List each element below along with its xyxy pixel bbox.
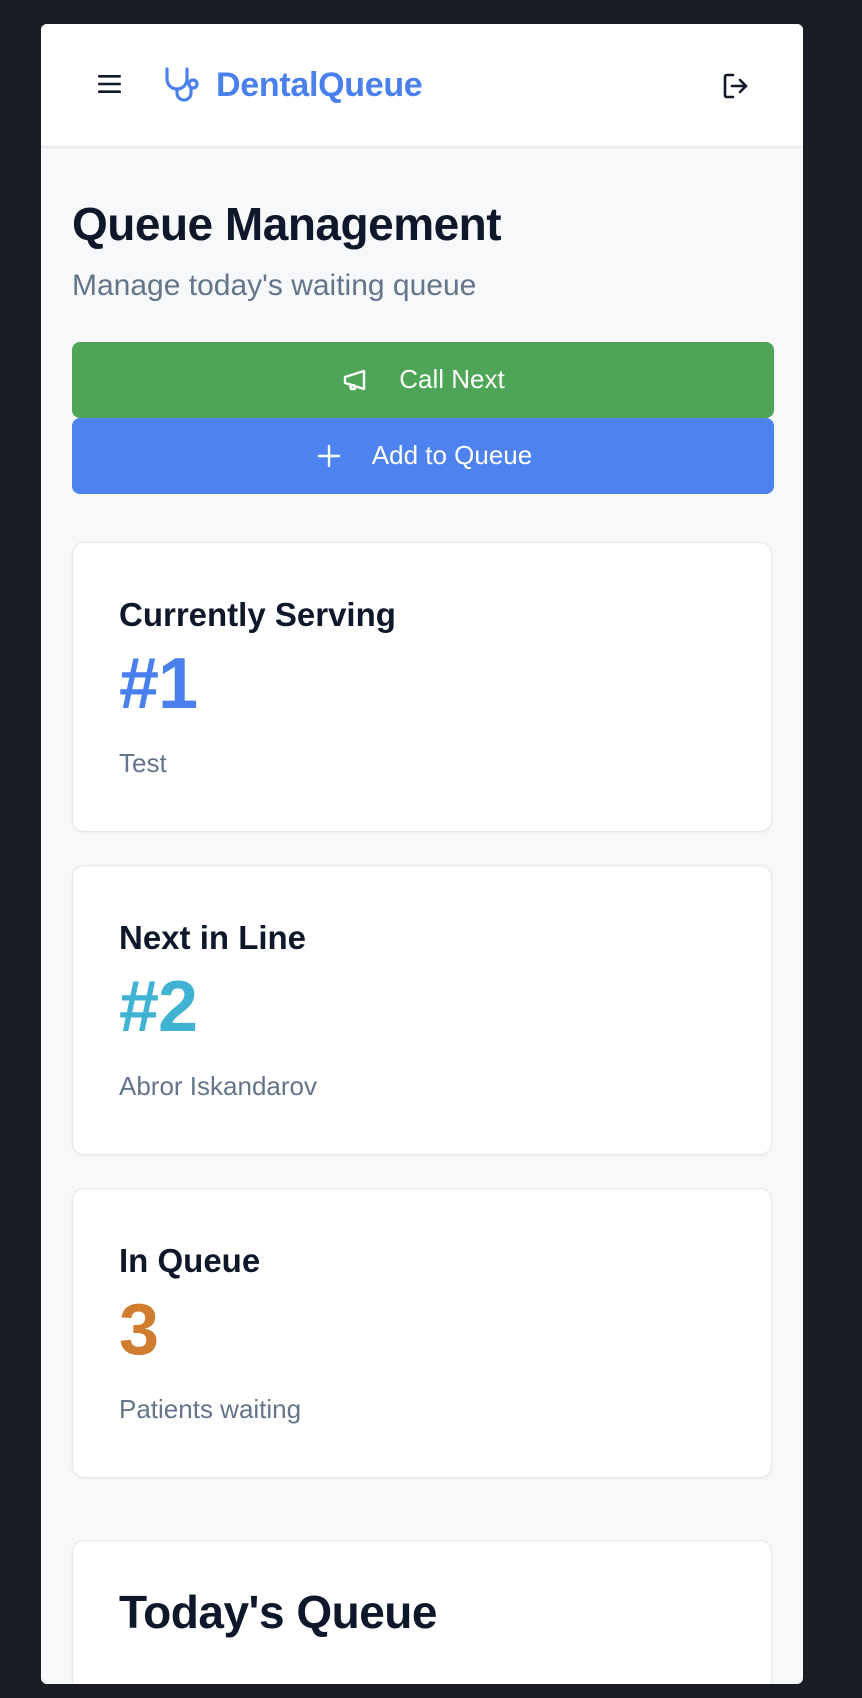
call-next-label: Call Next [399,364,505,395]
top-navbar: DentalQueue [41,24,803,147]
next-number: #2 [119,967,198,1048]
card-title: In Queue [119,1241,261,1279]
card-title: Next in Line [119,918,307,956]
stethoscope-icon [162,66,202,104]
serving-patient-name: Test [119,748,167,779]
todays-queue-title: Today's Queue [119,1585,438,1638]
queue-count: 3 [119,1290,159,1371]
brand-name: DentalQueue [216,65,423,104]
todays-queue-card: Today's Queue [72,1539,772,1684]
currently-serving-card: Currently Serving #1 Test [72,541,772,832]
queue-count-label: Patients waiting [119,1394,302,1425]
main-content: Queue Management Manage today's waiting … [41,147,803,1684]
next-patient-name: Abror Iskandarov [119,1071,317,1102]
brand-logo[interactable]: DentalQueue [162,65,423,104]
app-window: DentalQueue Queue Management Manage toda… [41,24,803,1684]
add-to-queue-label: Add to Queue [371,440,533,471]
in-queue-card: In Queue 3 Patients waiting [72,1187,772,1478]
add-to-queue-button[interactable]: Add to Queue [72,417,774,494]
megaphone-icon [341,365,371,395]
hamburger-menu-icon[interactable] [97,73,122,95]
call-next-button[interactable]: Call Next [72,341,774,418]
page-subtitle: Manage today's waiting queue [72,268,477,302]
plus-icon [314,441,344,471]
page-title: Queue Management [72,198,502,250]
card-title: Currently Serving [119,595,396,633]
logout-icon[interactable] [722,72,750,100]
next-in-line-card: Next in Line #2 Abror Iskandarov [72,864,772,1155]
serving-number: #1 [119,644,198,725]
